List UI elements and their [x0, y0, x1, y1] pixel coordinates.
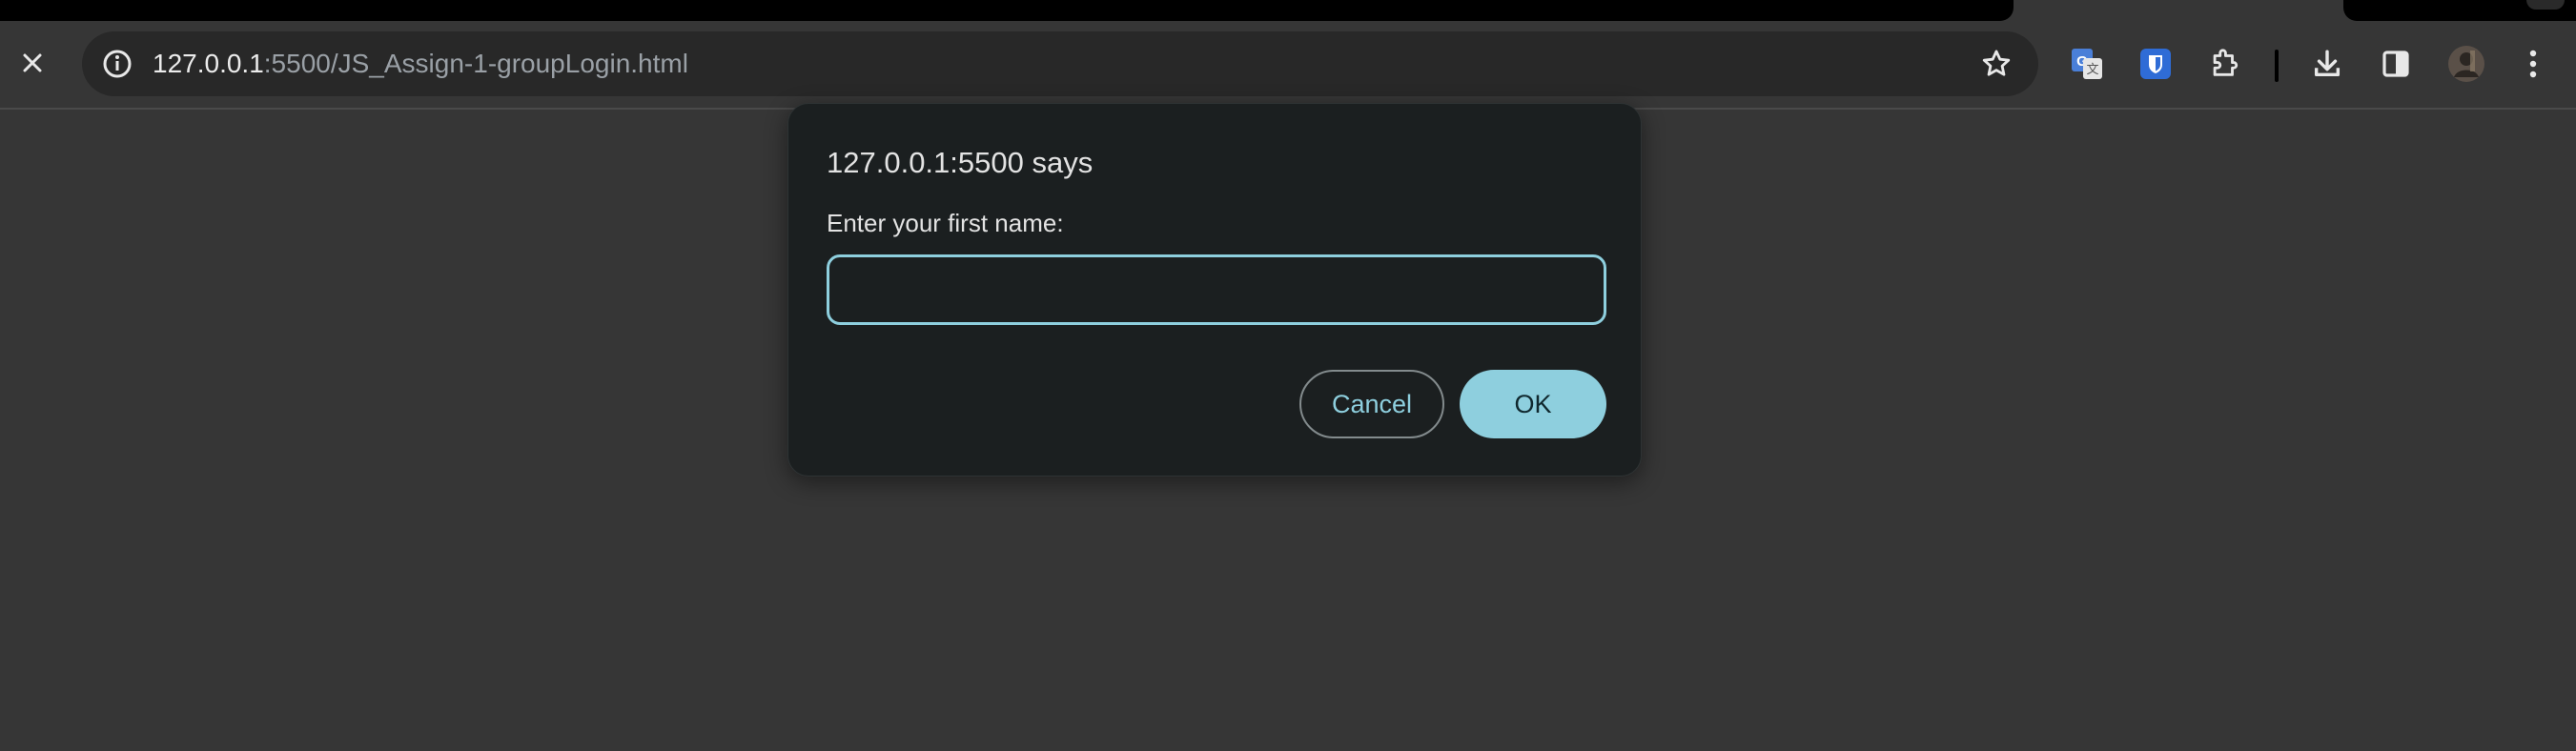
- download-icon[interactable]: [2305, 42, 2349, 86]
- url-text[interactable]: 127.0.0.1:5500/JS_Assign-1-groupLogin.ht…: [153, 49, 688, 79]
- tab-strip: [0, 0, 2576, 21]
- more-vert-icon[interactable]: [2511, 42, 2555, 86]
- bitwarden-shield-icon[interactable]: [2134, 42, 2177, 86]
- ok-button[interactable]: OK: [1460, 370, 1606, 438]
- address-bar[interactable]: 127.0.0.1:5500/JS_Assign-1-groupLogin.ht…: [82, 31, 2038, 96]
- tab-strip-corner: [2526, 0, 2565, 10]
- info-icon[interactable]: [99, 46, 135, 82]
- dialog-message: Enter your first name:: [827, 209, 1064, 237]
- side-panel-icon[interactable]: [2374, 42, 2418, 86]
- close-icon[interactable]: [11, 42, 53, 84]
- google-translate-icon[interactable]: G 文: [2065, 42, 2109, 86]
- puzzle-piece-icon[interactable]: [2202, 42, 2246, 86]
- toolbar-divider: [2275, 50, 2279, 82]
- url-host: 127.0.0.1: [153, 49, 264, 78]
- prompt-dialog: 127.0.0.1:5500 says Enter your first nam…: [787, 103, 1642, 477]
- url-path: :5500/JS_Assign-1-groupLogin.html: [263, 49, 688, 78]
- profile-avatar[interactable]: [2444, 42, 2488, 86]
- dialog-title: 127.0.0.1:5500 says: [827, 146, 1094, 179]
- star-icon[interactable]: [1977, 45, 2015, 83]
- tab-strip-left: [0, 0, 2014, 21]
- browser-toolbar: 127.0.0.1:5500/JS_Assign-1-groupLogin.ht…: [0, 21, 2576, 110]
- first-name-input[interactable]: [827, 254, 1606, 325]
- cancel-button[interactable]: Cancel: [1299, 370, 1444, 438]
- svg-text:文: 文: [2086, 63, 2098, 77]
